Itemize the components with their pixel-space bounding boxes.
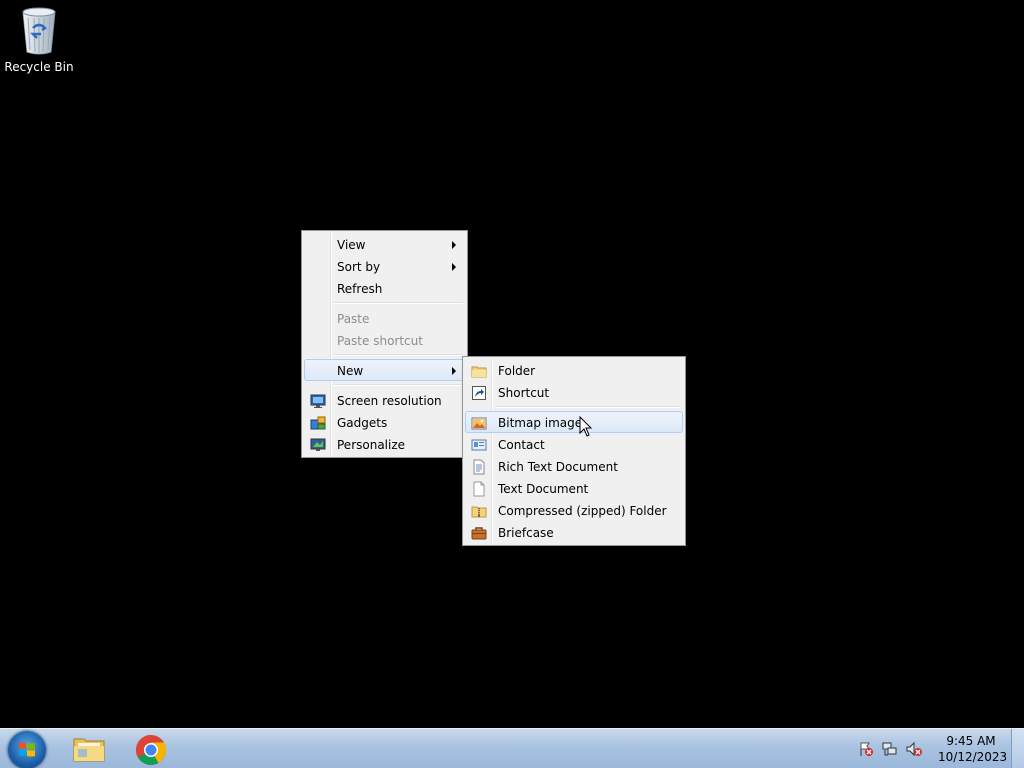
menu-item-label: Gadgets <box>337 416 388 430</box>
taskbar: 9:45 AM 10/12/2023 <box>0 728 1024 768</box>
taskbar-explorer-button[interactable] <box>62 731 116 767</box>
text-document-icon <box>471 481 487 497</box>
menu-item-label: Screen resolution <box>337 394 442 408</box>
submenu-item-rich-text-document[interactable]: Rich Text Document <box>465 455 683 477</box>
clock-time: 9:45 AM <box>946 734 996 748</box>
menu-item-paste-shortcut: Paste shortcut <box>304 329 465 351</box>
new-submenu: Folder Shortcut Bitmap image Contact Ric… <box>462 356 686 546</box>
shortcut-icon <box>471 385 487 401</box>
menu-item-screen-resolution[interactable]: Screen resolution <box>304 389 465 411</box>
network-icon[interactable] <box>882 741 898 757</box>
menu-separator <box>334 354 463 356</box>
submenu-item-label: Shortcut <box>498 386 550 400</box>
menu-item-new[interactable]: New <box>304 359 465 381</box>
desktop-icon-recycle-bin[interactable]: Recycle Bin <box>4 4 74 74</box>
clock-date: 10/12/2023 <box>938 750 1008 764</box>
menu-item-paste: Paste <box>304 307 465 329</box>
show-desktop-button[interactable] <box>1011 729 1024 768</box>
menu-item-label: Paste shortcut <box>337 334 423 348</box>
menu-item-label: Refresh <box>337 282 383 296</box>
submenu-item-label: Bitmap image <box>498 416 583 430</box>
desktop-context-menu: View Sort by Refresh Paste Paste shortcu… <box>301 230 468 458</box>
submenu-arrow-icon <box>452 263 456 271</box>
contact-icon <box>471 437 487 453</box>
submenu-item-label: Text Document <box>498 482 589 496</box>
system-tray: 9:45 AM 10/12/2023 <box>854 729 1024 768</box>
menu-separator <box>334 302 463 304</box>
bitmap-icon <box>471 415 487 431</box>
action-center-flag-icon[interactable] <box>858 741 874 757</box>
menu-item-refresh[interactable]: Refresh <box>304 277 465 299</box>
zip-folder-icon <box>471 503 487 519</box>
submenu-item-label: Compressed (zipped) Folder <box>498 504 667 518</box>
submenu-item-shortcut[interactable]: Shortcut <box>465 381 683 403</box>
mouse-cursor-icon <box>579 415 593 438</box>
submenu-item-folder[interactable]: Folder <box>465 359 683 381</box>
menu-item-label: Paste <box>337 312 370 326</box>
rich-text-icon <box>471 459 487 475</box>
desktop[interactable]: Recycle Bin View Sort by Refresh Paste P… <box>0 0 1024 728</box>
menu-separator <box>495 406 681 408</box>
chrome-icon <box>135 735 167 766</box>
menu-separator <box>334 384 463 386</box>
volume-muted-icon[interactable] <box>906 741 922 757</box>
menu-item-gadgets[interactable]: Gadgets <box>304 411 465 433</box>
submenu-item-briefcase[interactable]: Briefcase <box>465 521 683 543</box>
gadgets-icon <box>310 415 326 431</box>
submenu-arrow-icon <box>452 367 456 375</box>
personalize-icon <box>310 437 326 453</box>
submenu-item-text-document[interactable]: Text Document <box>465 477 683 499</box>
taskbar-chrome-button[interactable] <box>124 731 178 767</box>
menu-item-label: Sort by <box>337 260 381 274</box>
submenu-item-label: Contact <box>498 438 545 452</box>
submenu-item-bitmap-image[interactable]: Bitmap image <box>465 411 683 433</box>
submenu-item-label: Rich Text Document <box>498 460 618 474</box>
desktop-icon-label: Recycle Bin <box>4 60 74 74</box>
monitor-icon <box>310 393 326 409</box>
menu-item-label: View <box>337 238 366 252</box>
menu-item-label: New <box>337 364 364 378</box>
menu-item-sort-by[interactable]: Sort by <box>304 255 465 277</box>
submenu-item-contact[interactable]: Contact <box>465 433 683 455</box>
explorer-folder-icon <box>73 738 105 762</box>
submenu-item-label: Briefcase <box>498 526 554 540</box>
menu-item-personalize[interactable]: Personalize <box>304 433 465 455</box>
briefcase-icon <box>471 525 487 541</box>
taskbar-clock[interactable]: 9:45 AM 10/12/2023 <box>938 733 1008 765</box>
submenu-item-label: Folder <box>498 364 536 378</box>
windows-logo-icon <box>19 742 35 757</box>
submenu-item-compressed-folder[interactable]: Compressed (zipped) Folder <box>465 499 683 521</box>
recycle-bin-icon <box>15 6 63 56</box>
menu-item-label: Personalize <box>337 438 406 452</box>
start-button[interactable] <box>8 731 46 768</box>
folder-icon <box>471 363 487 379</box>
menu-item-view[interactable]: View <box>304 233 465 255</box>
submenu-arrow-icon <box>452 241 456 249</box>
